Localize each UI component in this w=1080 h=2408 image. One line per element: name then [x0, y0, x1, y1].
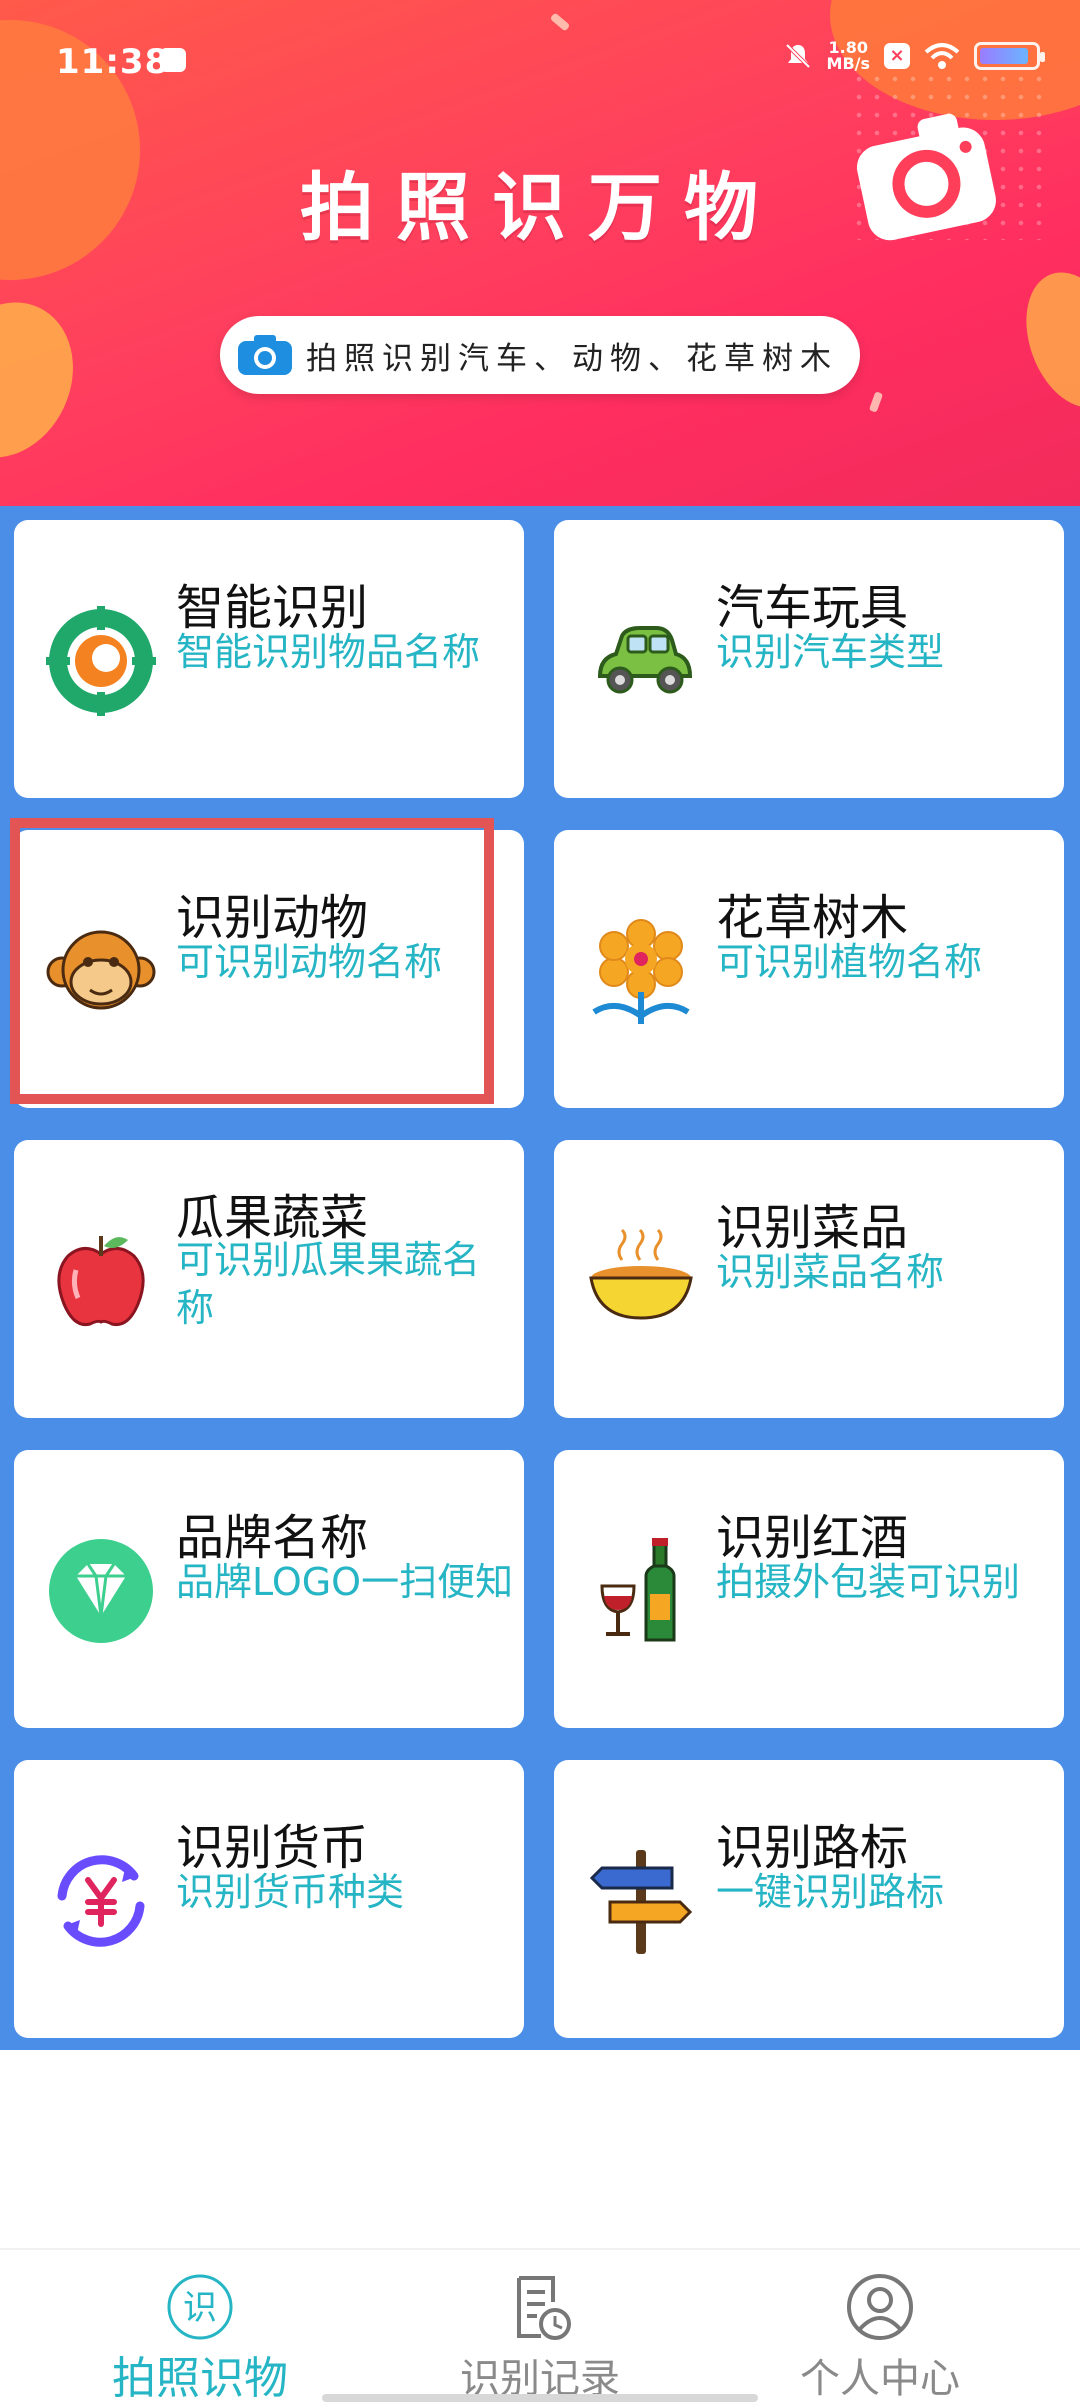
diamond-icon — [49, 1539, 153, 1643]
card-subtitle: 识别货币种类 — [176, 1870, 405, 1914]
card-subtitle: 可识别瓜果果蔬名称 — [176, 1238, 481, 1330]
card-subtitle: 拍摄外包装可识别 — [716, 1560, 1021, 1604]
target-icon — [46, 606, 156, 716]
card-roadsign-recognition[interactable]: 识别路标 一键识别路标 — [554, 1760, 1064, 2038]
card-subtitle: 可识别植物名称 — [716, 940, 983, 984]
status-indicators: 1.80 MB/s × — [783, 40, 1045, 72]
card-plant-recognition[interactable]: 花草树木 可识别植物名称 — [554, 830, 1064, 1108]
currency-icon — [57, 1855, 145, 1947]
wine-icon — [600, 1538, 676, 1642]
card-currency-recognition[interactable]: 识别货币 识别货币种类 — [14, 1760, 524, 2038]
banner-pill-text: 拍照识别汽车、动物、花草树木 — [306, 340, 838, 377]
bottom-navigation: 识 拍照识物 识别记录 个人中心 — [0, 2248, 1080, 2408]
header-banner: 11:38 1.80 MB/s × 拍照识万物 拍照识别汽车、动物、花草树木 — [0, 0, 1080, 506]
selection-highlight — [10, 818, 494, 1104]
status-bar: 11:38 1.80 MB/s × — [0, 0, 1080, 120]
network-speed-unit: MB/s — [826, 54, 870, 73]
recognize-icon: 识 — [167, 2274, 233, 2340]
recognize-icon-text: 识 — [183, 2288, 217, 2328]
card-brand-recognition[interactable]: 品牌名称 品牌LOGO一扫便知 — [14, 1450, 524, 1728]
banner-decoration — [1008, 258, 1080, 422]
card-subtitle: 品牌LOGO一扫便知 — [176, 1560, 514, 1604]
home-indicator[interactable] — [322, 2394, 758, 2402]
card-wine-recognition[interactable]: 识别红酒 拍摄外包装可识别 — [554, 1450, 1064, 1728]
nav-item-history[interactable]: 识别记录 — [360, 2250, 720, 2408]
notification-icon — [160, 48, 186, 72]
mute-bell-icon — [785, 43, 810, 69]
card-subtitle: 智能识别物品名称 — [176, 630, 481, 674]
card-subtitle: 识别汽车类型 — [716, 630, 945, 674]
history-record-icon — [517, 2276, 571, 2340]
signpost-icon — [589, 1850, 693, 1954]
card-fruit-vegetable[interactable]: 瓜果蔬菜 可识别瓜果果蔬名称 — [14, 1140, 524, 1418]
nav-item-photo-recognize[interactable]: 识 拍照识物 — [20, 2250, 380, 2408]
banner-decoration — [0, 280, 98, 480]
banner-feature-pill: 拍照识别汽车、动物、花草树木 — [220, 316, 860, 394]
car-icon — [597, 626, 693, 694]
app-notification-icon: × — [884, 43, 910, 69]
status-time: 11:38 — [56, 42, 170, 82]
card-smart-recognition[interactable]: 智能识别 智能识别物品名称 — [14, 520, 524, 798]
card-subtitle: 一键识别路标 — [716, 1870, 945, 1914]
battery-level — [980, 48, 1028, 64]
nav-item-profile[interactable]: 个人中心 — [700, 2250, 1060, 2408]
flower-icon — [592, 919, 690, 1024]
card-car-toy[interactable]: 汽车玩具 识别汽车类型 — [554, 520, 1064, 798]
network-speed: 1.80 MB/s — [827, 40, 870, 72]
apple-icon — [57, 1236, 145, 1327]
camera-icon — [238, 335, 292, 375]
card-subtitle: 识别菜品名称 — [716, 1250, 945, 1294]
battery-icon — [974, 42, 1045, 70]
card-dish-recognition[interactable]: 识别菜品 识别菜品名称 — [554, 1140, 1064, 1418]
banner-confetti — [868, 391, 884, 413]
wifi-icon — [924, 43, 960, 69]
user-profile-icon — [847, 2274, 913, 2340]
dish-icon — [589, 1228, 693, 1320]
